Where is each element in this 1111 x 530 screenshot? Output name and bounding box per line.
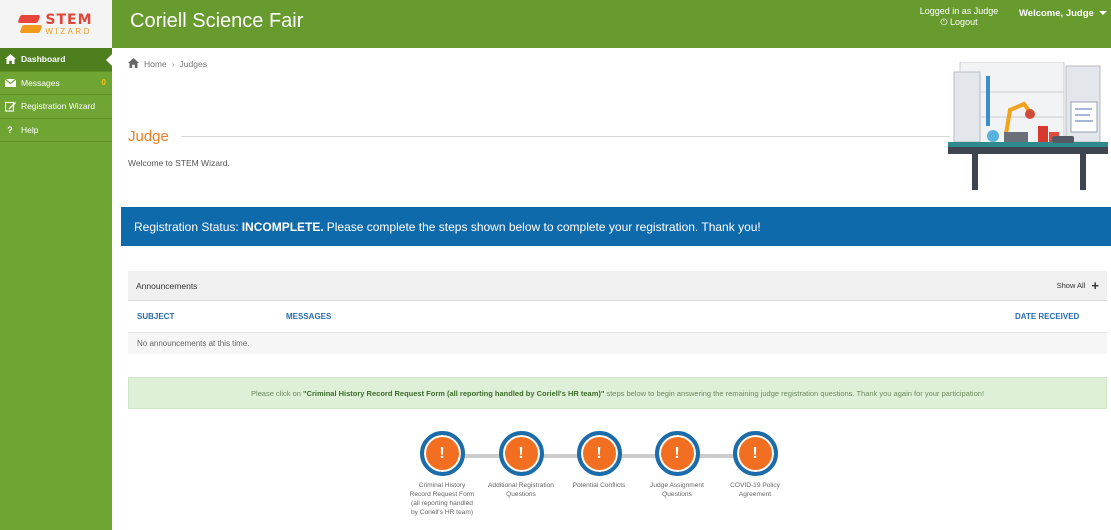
logout-link[interactable]: ⏻ Logout bbox=[912, 17, 1006, 28]
exclamation-icon: ! bbox=[419, 431, 465, 476]
registration-status-banner: Registration Status: INCOMPLETE. Please … bbox=[121, 207, 1111, 246]
logged-in-as: Logged in as Judge bbox=[919, 6, 999, 16]
column-messages[interactable]: MESSAGES bbox=[286, 312, 331, 321]
home-icon bbox=[4, 53, 16, 65]
top-header: STEM WIZARD Coriell Science Fair Logged … bbox=[0, 0, 1111, 48]
site-title: Coriell Science Fair bbox=[130, 10, 304, 32]
exclamation-icon: ! bbox=[732, 431, 778, 476]
breadcrumb-separator: › bbox=[171, 59, 175, 69]
step-label: Potential Conflicts bbox=[572, 482, 626, 489]
step-label: Judge Assignment Questions bbox=[650, 482, 704, 498]
exclamation-icon: ! bbox=[498, 431, 544, 476]
alert-highlight: "Criminal History Record Request Form (a… bbox=[302, 388, 605, 398]
welcome-text: Welcome to STEM Wizard. bbox=[128, 158, 230, 168]
logo-line2: WIZARD bbox=[45, 26, 92, 36]
step-potential-conflicts[interactable]: ! Potential Conflicts bbox=[559, 431, 639, 490]
breadcrumb-current: Judges bbox=[179, 59, 207, 69]
step-label: Additional Registration Questions bbox=[488, 482, 554, 498]
page-title-row: Judge bbox=[128, 126, 950, 146]
sidebar-item-dashboard[interactable]: Dashboard bbox=[0, 48, 113, 72]
power-icon: ⏻ bbox=[940, 17, 948, 27]
edit-icon bbox=[4, 100, 16, 112]
status-prefix: Registration Status: bbox=[134, 219, 239, 234]
logo-line1: STEM bbox=[45, 11, 93, 28]
page-title: Judge bbox=[128, 127, 169, 145]
title-divider bbox=[180, 135, 950, 137]
announcements-title: Announcements bbox=[136, 280, 198, 291]
science-lab-illustration bbox=[948, 62, 1108, 190]
envelope-icon bbox=[4, 77, 16, 89]
announcements-panel: Announcements Show All + SUBJECT MESSAGE… bbox=[128, 271, 1107, 354]
question-icon: ? bbox=[7, 124, 13, 135]
user-menu-toggle[interactable]: Welcome, Judge bbox=[1019, 8, 1107, 19]
breadcrumb: Home › Judges bbox=[128, 58, 207, 70]
announcements-empty-row: No announcements at this time. bbox=[128, 333, 1107, 354]
exclamation-icon: ! bbox=[576, 431, 622, 476]
sidebar-item-help[interactable]: ? Help bbox=[0, 119, 112, 142]
announcements-header: Announcements Show All + bbox=[128, 271, 1107, 301]
status-message: Please complete the steps shown below to… bbox=[326, 219, 761, 234]
status-state: INCOMPLETE. bbox=[241, 219, 324, 234]
welcome-label: Welcome, Judge bbox=[1019, 8, 1094, 19]
exclamation-icon: ! bbox=[654, 431, 700, 476]
step-covid-policy-agreement[interactable]: ! COVID-19 Policy Agreement bbox=[715, 431, 795, 499]
messages-count-badge: 0 bbox=[101, 77, 106, 87]
show-all-button[interactable]: Show All + bbox=[1056, 277, 1099, 293]
sidebar-item-label: Registration Wizard bbox=[21, 101, 96, 112]
sidebar-item-label: Messages bbox=[21, 77, 60, 88]
home-icon bbox=[128, 58, 139, 70]
alert-text-after: steps below to begin answering the remai… bbox=[606, 388, 985, 398]
instructions-alert: Please click on "Criminal History Record… bbox=[128, 377, 1107, 409]
login-info: Logged in as Judge ⏻ Logout bbox=[912, 6, 1006, 28]
sidebar-item-label: Help bbox=[21, 124, 39, 135]
sidebar-item-label: Dashboard bbox=[21, 54, 66, 65]
breadcrumb-home-link[interactable]: Home bbox=[144, 59, 167, 69]
announcements-columns: SUBJECT MESSAGES DATE RECEIVED bbox=[128, 301, 1107, 333]
plus-icon: + bbox=[1091, 277, 1099, 293]
column-date-received[interactable]: DATE RECEIVED bbox=[1015, 312, 1079, 321]
alert-text-before: Please click on bbox=[250, 388, 301, 398]
logout-label: Logout bbox=[950, 17, 978, 27]
step-label: Criminal History Record Request Form (all … bbox=[409, 482, 475, 516]
column-subject[interactable]: SUBJECT bbox=[137, 312, 174, 321]
sidebar-item-messages[interactable]: Messages 0 bbox=[0, 72, 112, 95]
step-judge-assignment-questions[interactable]: ! Judge Assignment Questions bbox=[637, 431, 717, 499]
sidebar: Dashboard Messages 0 Registration Wizard… bbox=[0, 48, 113, 530]
step-label: COVID-19 Policy Agreement bbox=[730, 482, 780, 498]
show-all-label: Show All bbox=[1056, 281, 1086, 290]
step-additional-registration-questions[interactable]: ! Additional Registration Questions bbox=[481, 431, 561, 499]
sidebar-item-registration-wizard[interactable]: Registration Wizard bbox=[0, 95, 112, 119]
caret-down-icon bbox=[1098, 11, 1107, 16]
logo-mark-icon bbox=[17, 13, 43, 35]
step-criminal-history[interactable]: ! Criminal History Record Request Form (al… bbox=[402, 431, 482, 517]
registration-steps: ! Criminal History Record Request Form (al… bbox=[410, 431, 829, 530]
stem-wizard-logo[interactable]: STEM WIZARD bbox=[0, 0, 112, 48]
